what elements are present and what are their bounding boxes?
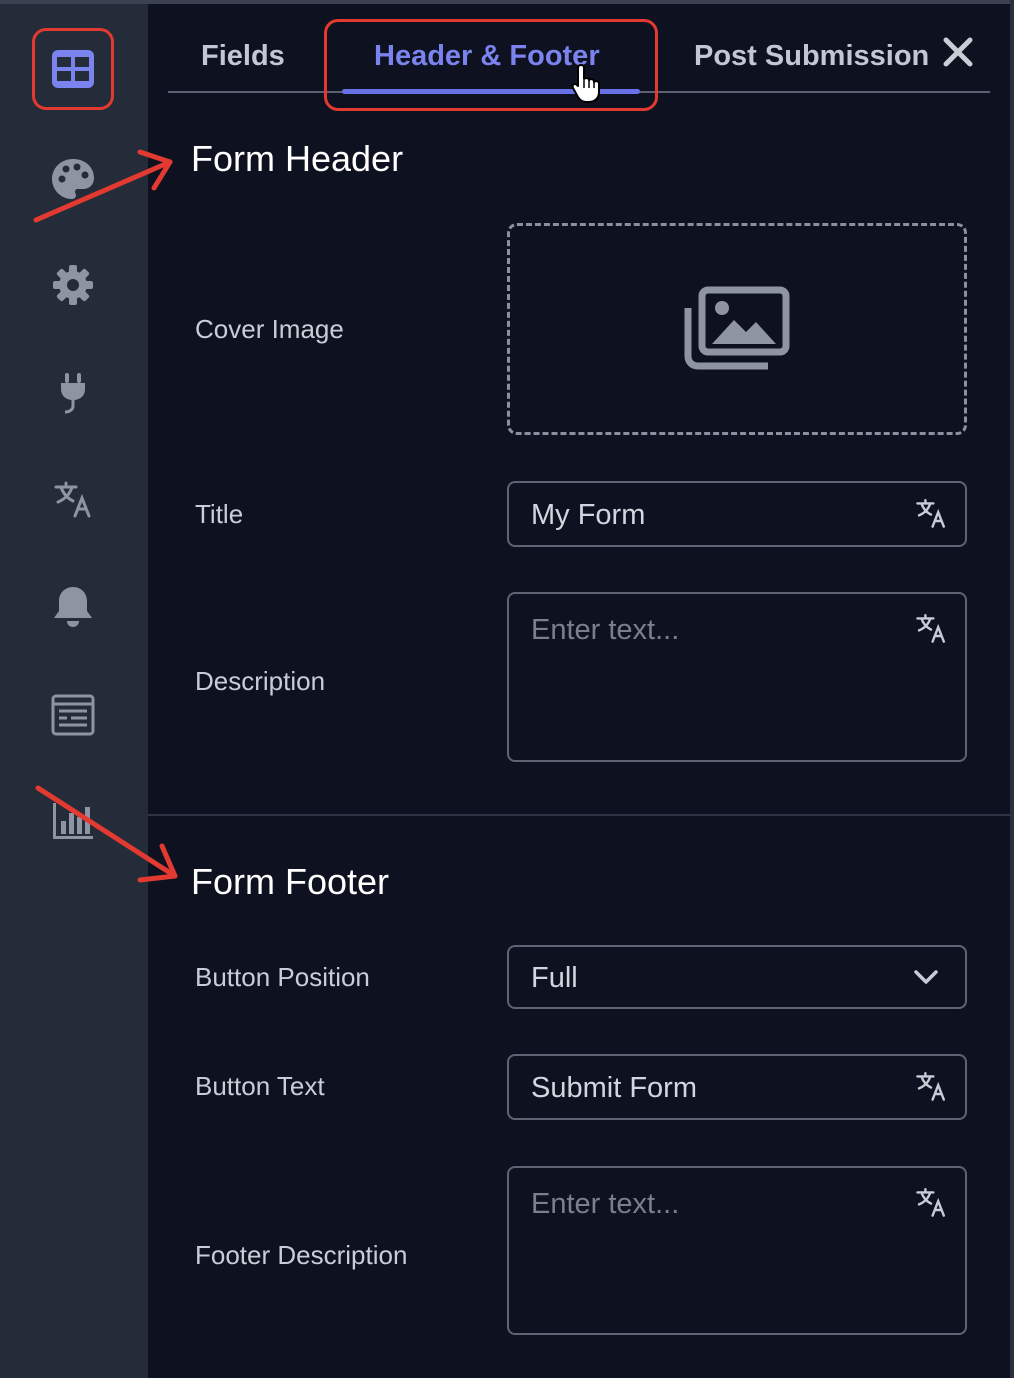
description-textarea[interactable]: Enter text... [507, 592, 967, 762]
form-list-icon[interactable] [44, 686, 102, 744]
plug-icon[interactable] [44, 364, 102, 422]
button-text-input[interactable]: Submit Form [507, 1054, 967, 1120]
title-input-value: My Form [531, 499, 646, 531]
title-label: Title [195, 499, 244, 529]
sidebar-active-highlight [32, 28, 114, 110]
description-placeholder: Enter text... [531, 614, 680, 646]
button-position-value: Full [531, 962, 578, 994]
top-border [0, 0, 1014, 4]
tab-fields[interactable]: Fields [201, 40, 285, 73]
translate-icon[interactable] [915, 1186, 947, 1223]
footer-description-placeholder: Enter text... [531, 1188, 680, 1220]
image-gallery-icon [684, 286, 790, 370]
section-divider [148, 814, 1010, 816]
button-position-label: Button Position [195, 962, 370, 992]
chevron-down-icon [913, 967, 939, 992]
button-text-label: Button Text [195, 1071, 325, 1101]
tab-post-submission[interactable]: Post Submission [694, 40, 929, 73]
bell-icon[interactable] [44, 578, 102, 636]
cover-image-label: Cover Image [195, 314, 344, 344]
translate-icon[interactable] [44, 470, 102, 528]
annotation-arrow-header [33, 149, 173, 223]
annotation-arrow-footer [35, 785, 178, 883]
description-label: Description [195, 666, 326, 696]
button-text-value: Submit Form [531, 1072, 697, 1104]
gear-icon[interactable] [44, 256, 102, 314]
translate-icon[interactable] [915, 497, 947, 534]
hand-cursor-icon [570, 64, 602, 109]
close-icon[interactable] [940, 34, 976, 70]
right-border [1010, 0, 1014, 1378]
button-position-select[interactable]: Full [507, 945, 967, 1009]
title-input[interactable]: My Form [507, 481, 967, 547]
form-header-title: Form Header [191, 138, 404, 179]
translate-icon[interactable] [915, 1070, 947, 1107]
tab-highlight-box [324, 19, 658, 111]
translate-icon[interactable] [915, 612, 947, 649]
footer-description-textarea[interactable]: Enter text... [507, 1166, 967, 1335]
form-footer-title: Form Footer [191, 861, 390, 902]
cover-image-dropzone[interactable] [507, 223, 967, 435]
footer-description-label: Footer Description [195, 1240, 408, 1270]
